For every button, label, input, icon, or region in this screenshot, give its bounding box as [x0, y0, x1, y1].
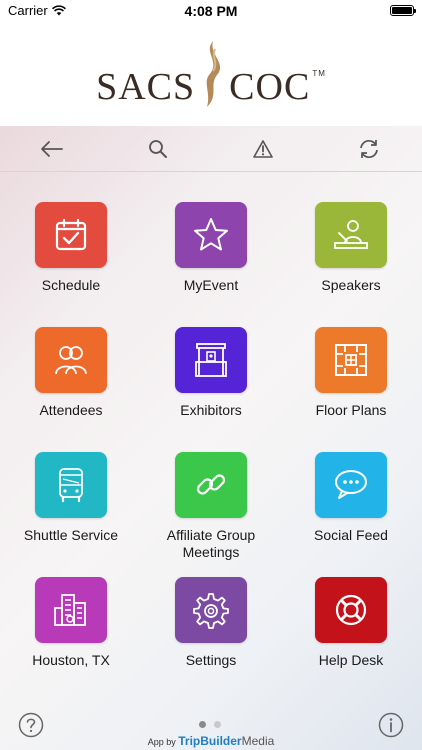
tile-label: Schedule: [41, 277, 101, 293]
app-credit: App by TripBuilderMedia: [0, 734, 422, 748]
toolbar: [0, 126, 422, 172]
tile-label: Affiliate Group Meetings: [166, 527, 256, 560]
logo-text-right: COC: [229, 66, 311, 108]
tile-attendees[interactable]: Attendees: [1, 327, 141, 419]
search-button[interactable]: [144, 136, 172, 162]
tile-social-feed[interactable]: Social Feed: [281, 452, 421, 544]
status-bar: Carrier 4:08 PM: [0, 0, 422, 22]
tile-label: Shuttle Service: [23, 527, 119, 543]
app-header: SACS COC TM: [0, 22, 422, 126]
tile-help-desk[interactable]: Help Desk: [281, 577, 421, 669]
carrier-info: Carrier: [8, 3, 66, 18]
tile-label: Houston, TX: [32, 652, 110, 668]
tile-myevent[interactable]: MyEvent: [141, 202, 281, 294]
back-button[interactable]: [38, 136, 66, 162]
chat-bubble-icon: [335, 470, 367, 499]
tile-affiliate-group-meetings[interactable]: Affiliate Group Meetings: [141, 452, 281, 561]
main-content: Schedule MyEvent Speakers Attendees Exhi…: [0, 126, 422, 750]
refresh-button[interactable]: [355, 136, 383, 162]
sacscoc-logo: SACS COC TM: [96, 39, 326, 109]
tile-label: Social Feed: [314, 527, 388, 543]
tile-icon-box: [175, 327, 247, 393]
bus-icon: [59, 468, 83, 503]
tile-floor-plans[interactable]: Floor Plans: [281, 327, 421, 419]
alerts-button[interactable]: [249, 136, 277, 162]
gear-icon: [193, 593, 229, 629]
booth-icon: [195, 343, 227, 377]
people-icon: [55, 346, 87, 375]
page-indicator[interactable]: [199, 721, 221, 728]
tile-icon-box: [175, 202, 247, 268]
warning-icon: [253, 140, 273, 158]
tile-label: Help Desk: [318, 652, 384, 668]
tile-icon-box: [315, 577, 387, 643]
tile-icon-box: [315, 202, 387, 268]
tile-label: Floor Plans: [315, 402, 387, 418]
tile-icon-box: [175, 577, 247, 643]
tile-label: Settings: [185, 652, 237, 668]
app-by-label: App by: [147, 737, 176, 747]
torch-flame-icon: [206, 41, 221, 107]
tile-schedule[interactable]: Schedule: [1, 202, 141, 294]
refresh-icon: [360, 139, 378, 159]
page-dot-active[interactable]: [199, 721, 206, 728]
tile-houston-tx[interactable]: Houston, TX: [1, 577, 141, 669]
battery-icon: [390, 5, 416, 16]
speaker-podium-icon: [334, 220, 368, 249]
brand-media: Media: [241, 734, 275, 748]
star-icon: [194, 218, 228, 251]
tile-icon-box: [35, 452, 107, 518]
page-dot[interactable]: [214, 721, 221, 728]
calendar-check-icon: [55, 218, 87, 251]
search-icon: [149, 140, 167, 158]
link-icon: [196, 474, 226, 495]
tile-icon-box: [315, 327, 387, 393]
tile-icon-box: [35, 202, 107, 268]
carrier-label: Carrier: [8, 3, 48, 18]
tile-shuttle-service[interactable]: Shuttle Service: [1, 452, 141, 544]
tile-icon-box: [315, 452, 387, 518]
floor-plan-icon: [335, 344, 367, 376]
info-circle-icon: [378, 712, 404, 738]
tile-speakers[interactable]: Speakers: [281, 202, 421, 294]
tile-exhibitors[interactable]: Exhibitors: [141, 327, 281, 419]
lifebuoy-icon: [335, 594, 367, 626]
tile-settings[interactable]: Settings: [141, 577, 281, 669]
tile-label: Speakers: [321, 277, 381, 293]
logo-text-left: SACS: [96, 66, 196, 108]
logo-trademark: TM: [312, 69, 326, 78]
info-button[interactable]: [378, 712, 404, 738]
tile-icon-box: [35, 577, 107, 643]
tripbuilder-logo: TripBuilderMedia: [178, 734, 274, 748]
tile-label: MyEvent: [183, 277, 239, 293]
tile-icon-box: [35, 327, 107, 393]
tile-label: Exhibitors: [180, 402, 242, 418]
wifi-icon: [51, 5, 66, 16]
tile-label: Attendees: [39, 402, 103, 418]
tile-icon-box: [175, 452, 247, 518]
city-buildings-icon: [54, 594, 86, 626]
arrow-left-icon: [41, 141, 63, 157]
brand-trip: TripBuilder: [178, 734, 242, 748]
